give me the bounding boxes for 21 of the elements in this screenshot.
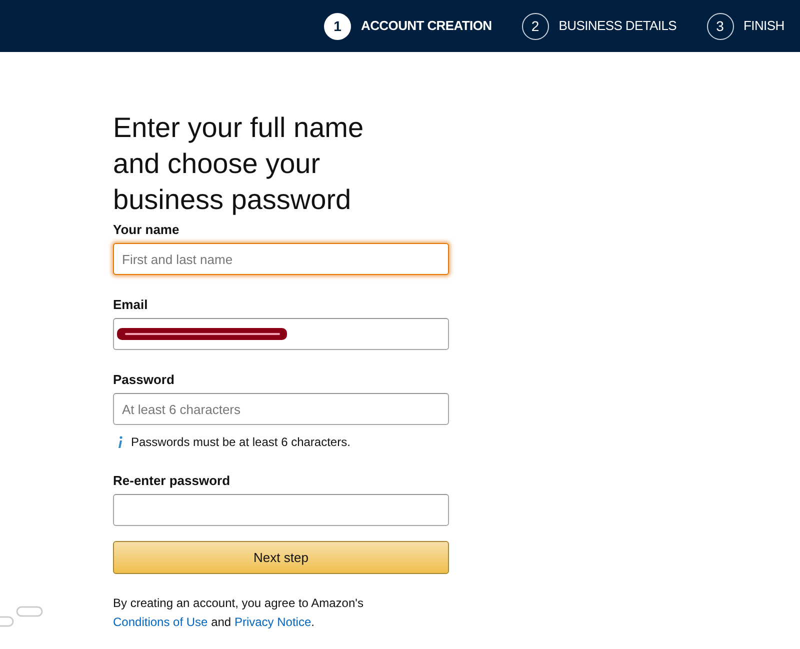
decoration-icon bbox=[0, 606, 44, 628]
legal-link[interactable]: Privacy Notice bbox=[234, 615, 312, 629]
legal-notice: By creating an account, you agree to Amazon's Conditions of Use and Privacy Notice. bbox=[113, 595, 364, 631]
next-step-button[interactable]: Next step bbox=[113, 541, 449, 574]
step-number: 2 bbox=[522, 12, 549, 40]
field-label: Password bbox=[113, 372, 176, 388]
field-label: Email bbox=[113, 297, 149, 313]
info-icon bbox=[117, 436, 123, 448]
input-field[interactable]: First and last name bbox=[113, 243, 449, 275]
field-label: Re-enter password bbox=[113, 473, 232, 489]
step-label: ACCOUNT CREATION bbox=[361, 17, 492, 36]
input-field[interactable]: At least 6 characters bbox=[113, 393, 449, 425]
step-number: 3 bbox=[706, 12, 734, 40]
step-number: 1 bbox=[324, 12, 351, 40]
step-label: BUSINESS DETAILS bbox=[558, 17, 677, 36]
password-hint: Passwords must be at least 6 characters. bbox=[131, 434, 350, 451]
step-label: FINISH bbox=[744, 17, 784, 36]
field-label: Your name bbox=[113, 222, 180, 238]
input-field[interactable] bbox=[113, 494, 449, 526]
page-title: Enter your full name and choose your business password bbox=[113, 111, 365, 217]
legal-link[interactable]: Conditions of Use bbox=[113, 615, 208, 629]
